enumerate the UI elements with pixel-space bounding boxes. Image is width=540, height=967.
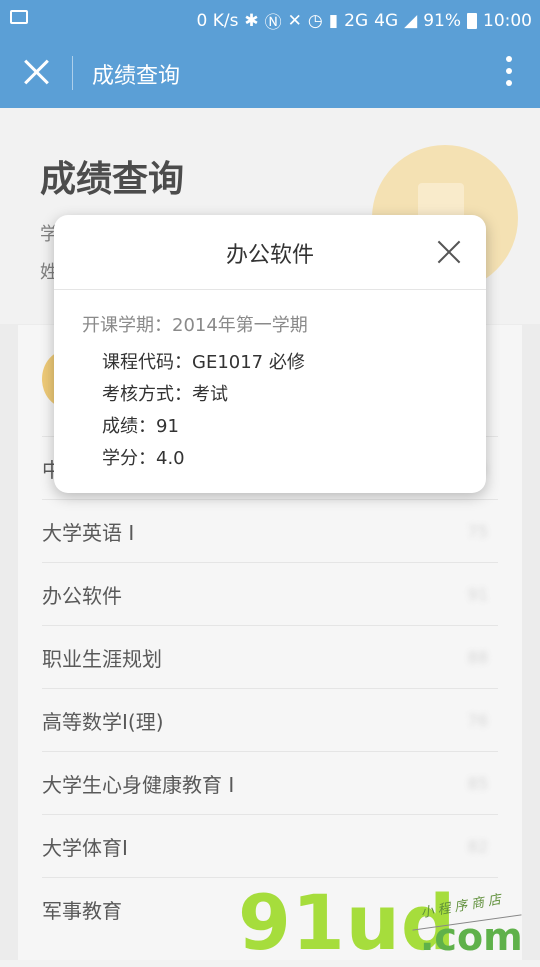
nav-bar: 成绩查询: [0, 38, 540, 108]
mute-icon: ✕: [287, 10, 302, 31]
credit-text: 学分：4.0: [102, 448, 185, 469]
gallery-notification-icon: [10, 8, 28, 29]
semester-text: 开课学期：2014年第一学期: [82, 315, 308, 336]
score-text: 成绩：91: [102, 416, 179, 437]
signal-icon: ◢: [404, 10, 418, 31]
clock: 10:00: [483, 10, 532, 31]
course-code-text: 课程代码：GE1017 必修: [102, 352, 305, 373]
more-menu-icon[interactable]: [506, 56, 512, 90]
course-info: 课程代码：GE1017 必修 考核方式：考试 成绩：91 学分：4.0: [102, 347, 305, 475]
bluetooth-icon: ✱: [244, 10, 259, 31]
nfc-icon: Ⓝ: [264, 13, 282, 33]
status-icons: 0 K/s ✱ Ⓝ ✕ ◷ ▮ 2G 4G ◢ 91% 10:00: [196, 8, 532, 34]
nav-title: 成绩查询: [92, 64, 181, 89]
exam-method-text: 考核方式：考试: [102, 384, 228, 405]
dialog-title: 办公软件: [225, 243, 314, 268]
course-detail-dialog: 办公软件 开课学期：2014年第一学期 课程代码：GE1017 必修 考核方式：…: [54, 215, 486, 493]
sim-icon: ▮: [328, 10, 339, 31]
signal-2g-label: 2G: [344, 10, 369, 31]
close-icon[interactable]: [20, 56, 52, 88]
dialog-divider: [54, 289, 486, 290]
close-icon[interactable]: [436, 239, 462, 265]
watermark-domain: .com: [420, 915, 523, 959]
status-bar: 0 K/s ✱ Ⓝ ✕ ◷ ▮ 2G 4G ◢ 91% 10:00: [0, 0, 540, 38]
battery-icon: [467, 12, 477, 29]
battery-percent: 91%: [423, 10, 461, 31]
signal-4g-label: 4G: [374, 10, 399, 31]
nav-divider: [72, 56, 73, 90]
alarm-icon: ◷: [307, 10, 323, 31]
network-speed: 0 K/s: [196, 10, 239, 31]
